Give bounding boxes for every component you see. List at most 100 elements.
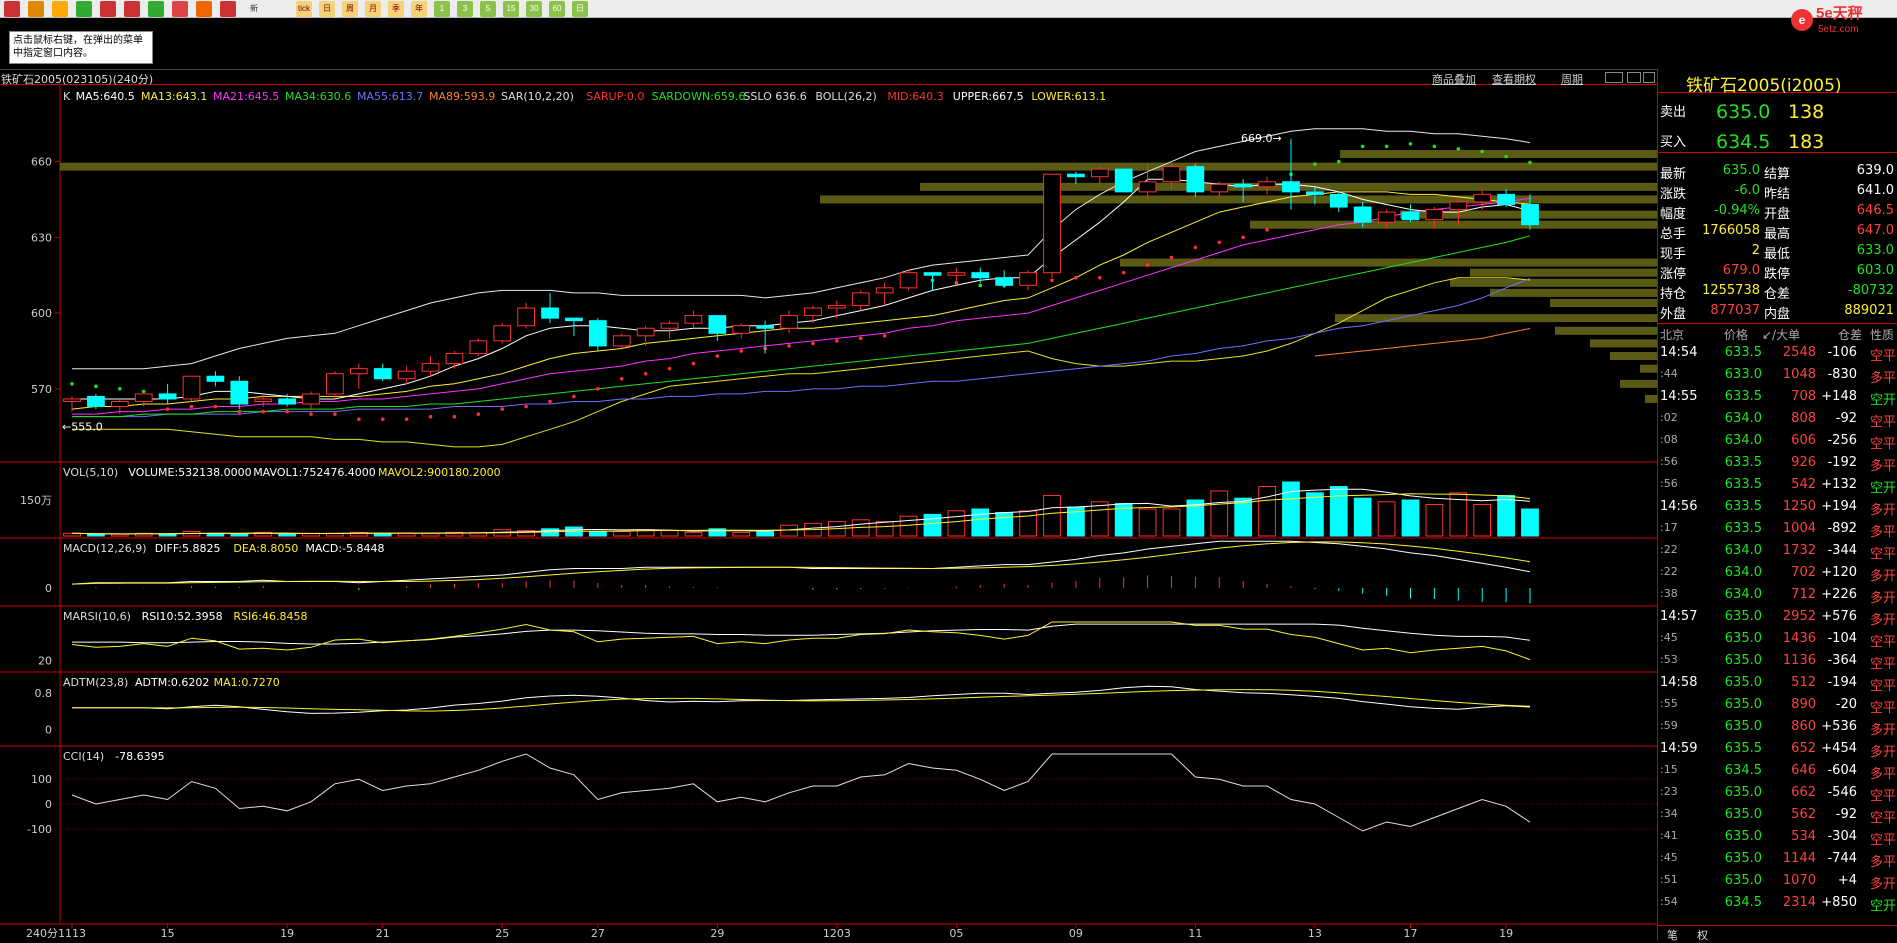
period-btn-15[interactable]: 15	[503, 1, 519, 17]
x-tick-label: 19	[1499, 927, 1513, 940]
x-tick-label: 25	[495, 927, 509, 940]
stat-label: 涨跌	[1660, 187, 1687, 202]
tick-volume: 1250	[1782, 499, 1816, 514]
volume-bar	[278, 533, 296, 537]
tick-oi: -194	[1827, 675, 1857, 690]
tick-volume: 1070	[1782, 873, 1816, 888]
overlay-commodity-link[interactable]: 商品叠加	[1432, 71, 1476, 87]
high-marker: 669.0→	[1241, 132, 1282, 145]
volume-bar	[1282, 481, 1300, 537]
x-tick-label: 1203	[823, 927, 851, 940]
home-icon[interactable]	[4, 1, 20, 17]
volume-profile-bar	[1550, 298, 1657, 307]
tick-time: 14:59	[1660, 741, 1698, 756]
tick-oi: -256	[1827, 433, 1857, 448]
sar-dot	[619, 376, 624, 381]
stat-label: 昨结	[1764, 187, 1791, 202]
stat-label: 最低	[1764, 247, 1791, 262]
ma21-line	[72, 197, 1531, 415]
volume-bar	[1234, 497, 1253, 537]
brand-logo: e 5e天秤 5etz.com	[1791, 4, 1863, 35]
period-btn-30[interactable]: 30	[526, 1, 542, 17]
tick-row: :56 633.5 926 -192 多平	[1658, 453, 1897, 474]
toolbar-btn-5[interactable]: 年	[411, 1, 427, 17]
candle-body	[660, 322, 679, 329]
sar-dot	[428, 414, 433, 419]
period-btn-3[interactable]: 3	[457, 1, 473, 17]
maximize-icon[interactable]	[1627, 72, 1641, 83]
refresh-icon[interactable]	[76, 1, 92, 17]
tick-type: 空平	[1870, 415, 1897, 430]
volume-profile-bar	[1610, 352, 1657, 361]
news-icon[interactable]	[52, 1, 68, 17]
zoom-icon[interactable]	[124, 1, 140, 17]
tick-oi: +4	[1837, 873, 1857, 888]
alarm-icon[interactable]	[196, 1, 212, 17]
legend-k-9: SARDOWN:659.6	[652, 90, 746, 103]
tick-type: 多开	[1870, 591, 1897, 606]
volume-bar	[1521, 508, 1539, 537]
bid-volume: 183	[1788, 131, 1825, 153]
candle-body	[899, 272, 918, 289]
toolbar-btn-0[interactable]: tick	[296, 1, 312, 17]
portfolio-icon[interactable]	[148, 1, 164, 17]
volume-bar	[971, 508, 990, 537]
toolbar-btn-2[interactable]: 周	[342, 1, 358, 17]
toolbar-btn-3[interactable]: 月	[365, 1, 381, 17]
tick-volume: 2314	[1782, 895, 1816, 910]
filter-icon[interactable]	[220, 1, 236, 17]
stat-value: 635.0	[1722, 163, 1760, 178]
macd-ytick-label: 0	[45, 582, 52, 595]
draw-icon[interactable]	[172, 1, 188, 17]
cci-ytick-label: -100	[27, 823, 52, 836]
search-icon[interactable]	[100, 1, 116, 17]
window-icon[interactable]	[1643, 72, 1655, 83]
open-icon[interactable]	[28, 1, 44, 17]
candle-body	[1353, 206, 1372, 223]
tick-row: :15 634.5 646 -604 多平	[1658, 761, 1897, 782]
stat-row: 幅度 -0.94% 开盘 646.5	[1658, 201, 1897, 222]
view-options-link[interactable]: 查看期权	[1492, 71, 1536, 87]
ma5-line	[72, 178, 1531, 400]
tick-price: 635.0	[1724, 697, 1762, 712]
adtm-ytick-label: 0.8	[35, 687, 53, 700]
tick-time: :15	[1660, 763, 1678, 776]
tick-type: 多开	[1870, 569, 1897, 584]
tick-row: :17 633.5 1004 -892 多平	[1658, 519, 1897, 540]
x-tick-label: 17	[1403, 927, 1417, 940]
volume-bar	[1258, 486, 1276, 537]
volume-bar	[110, 533, 129, 537]
candle-body	[636, 327, 655, 337]
legend-cci-0: CCI(14)	[63, 750, 104, 763]
tick-row: :51 635.0 1070 +4 多开	[1658, 871, 1897, 892]
volume-profile-bar	[1340, 149, 1657, 158]
tick-price: 635.0	[1724, 829, 1762, 844]
quote-panel: 铁矿石2005(i2005) 卖出 635.0 138 买入 634.5 183 最新 635.…	[1657, 69, 1897, 941]
volume-profile-bar	[1555, 326, 1657, 335]
layout-toggle-icon[interactable]	[1605, 72, 1623, 83]
sar-dot	[141, 389, 146, 394]
sar-dot	[1241, 235, 1245, 240]
candle-body	[684, 315, 703, 324]
period-btn-60[interactable]: 60	[549, 1, 565, 17]
tick-row: :56 633.5 542 +132 空开	[1658, 475, 1897, 496]
sar-dot	[380, 417, 385, 421]
period-btn-日[interactable]: 日	[572, 1, 588, 17]
candle-body	[1377, 211, 1396, 223]
tick-oi: +576	[1821, 609, 1857, 624]
volume-bar	[612, 531, 631, 537]
period-btn-5[interactable]: 5	[480, 1, 496, 17]
toolbar-btn-1[interactable]: 日	[319, 1, 335, 17]
new-button[interactable]: 新	[246, 1, 262, 17]
period-btn-1[interactable]: 1	[434, 1, 450, 17]
tick-price: 634.0	[1724, 411, 1762, 426]
volume-bar	[1377, 501, 1396, 537]
candle-body	[254, 398, 273, 402]
stat-label: 仓差	[1764, 287, 1791, 302]
sar-dot	[715, 354, 720, 358]
toolbar-btn-4[interactable]: 季	[388, 1, 404, 17]
stat-value: -0.94%	[1714, 203, 1760, 218]
x-tick-label: 27	[591, 927, 605, 940]
kline-chart[interactable]: K MA5:640.5 MA13:643.1 MA21:645.5 MA34:630.6…	[0, 86, 1657, 941]
period-link[interactable]: 周期	[1561, 71, 1583, 87]
